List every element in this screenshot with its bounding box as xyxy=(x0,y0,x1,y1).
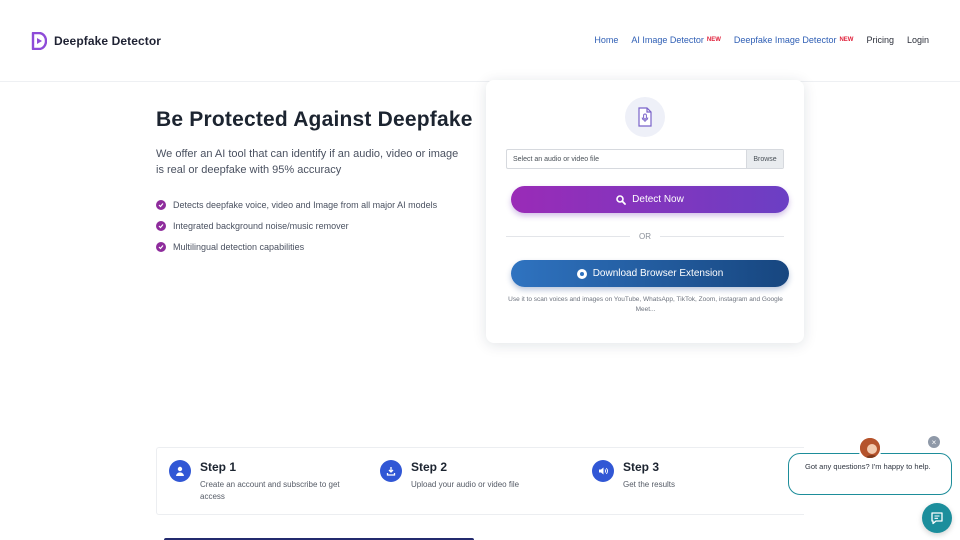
feature-item: Multilingual detection capabilities xyxy=(156,236,437,257)
extension-note: Use it to scan voices and images on YouT… xyxy=(508,296,783,313)
browse-button[interactable]: Browse xyxy=(746,150,783,168)
step-title: Step 1 xyxy=(200,460,237,474)
detect-now-label: Detect Now xyxy=(632,194,684,205)
check-icon xyxy=(156,199,166,210)
feature-text: Multilingual detection capabilities xyxy=(173,241,305,252)
step-description: Create an account and subscribe to get a… xyxy=(200,480,340,501)
search-icon xyxy=(616,194,627,205)
feature-item: Integrated background noise/music remove… xyxy=(156,215,437,236)
download-icon xyxy=(380,460,402,482)
chat-close-button[interactable]: × xyxy=(928,436,940,448)
user-icon xyxy=(169,460,191,482)
step-3: Step 3 Get the results xyxy=(592,460,783,491)
divider-line xyxy=(506,235,630,237)
site-header: Deepfake Detector Home AI Image Detector… xyxy=(0,0,960,82)
nav-login[interactable]: Login xyxy=(907,35,929,45)
divider-line xyxy=(660,235,784,237)
close-icon: × xyxy=(931,437,937,447)
check-icon xyxy=(156,241,166,252)
step-1-text: Step 1 Create an account and subscribe t… xyxy=(200,460,360,503)
speaker-icon xyxy=(592,460,614,482)
step-title: Step 2 xyxy=(411,460,448,474)
chrome-icon xyxy=(576,268,587,279)
file-input-placeholder: Select an audio or video file xyxy=(513,155,599,163)
step-3-text: Step 3 Get the results xyxy=(623,460,783,491)
step-2: Step 2 Upload your audio or video file xyxy=(380,460,571,491)
nav-pricing[interactable]: Pricing xyxy=(866,35,894,45)
brand[interactable]: Deepfake Detector xyxy=(31,32,161,50)
step-2-text: Step 2 Upload your audio or video file xyxy=(411,460,571,491)
step-title: Step 3 xyxy=(623,460,660,474)
step-1: Step 1 Create an account and subscribe t… xyxy=(169,460,360,503)
file-input[interactable]: Select an audio or video file Browse xyxy=(506,149,784,169)
chat-launcher-button[interactable] xyxy=(922,503,952,533)
new-badge: NEW xyxy=(706,37,721,43)
hero-description: We offer an AI tool that can identify if… xyxy=(156,148,459,176)
chat-agent-avatar xyxy=(858,436,882,460)
detect-now-button[interactable]: Detect Now xyxy=(511,186,789,213)
feature-text: Integrated background noise/music remove… xyxy=(173,220,349,231)
brand-name: Deepfake Detector xyxy=(54,34,162,48)
download-extension-button[interactable]: Download Browser Extension xyxy=(511,260,789,287)
nav-deepfake-image-detector[interactable]: Deepfake Image Detector NEW xyxy=(734,35,854,45)
audio-file-icon xyxy=(625,97,665,137)
nav-login-label: Login xyxy=(906,35,929,45)
nav-home-label: Home xyxy=(594,35,619,45)
new-badge: NEW xyxy=(839,37,854,43)
feature-item: Detects deepfake voice, video and Image … xyxy=(156,194,437,215)
or-divider: OR xyxy=(506,230,784,242)
nav-home[interactable]: Home xyxy=(594,35,618,45)
hero-title: Be Protected Against Deepfake xyxy=(156,108,473,131)
steps-panel: Step 1 Create an account and subscribe t… xyxy=(156,447,804,515)
nav-ai-image-detector[interactable]: AI Image Detector NEW xyxy=(631,35,721,45)
or-text: OR xyxy=(639,231,651,241)
upload-card: Select an audio or video file Browse Det… xyxy=(486,80,804,343)
logo-icon xyxy=(31,32,47,50)
nav-ai-image-detector-label: AI Image Detector xyxy=(631,35,704,45)
feature-text: Detects deepfake voice, video and Image … xyxy=(173,199,438,210)
nav-pricing-label: Pricing xyxy=(866,35,894,45)
check-icon xyxy=(156,220,166,231)
main-nav: Home AI Image Detector NEW Deepfake Imag… xyxy=(581,35,929,45)
step-description: Get the results xyxy=(623,480,676,489)
step-description: Upload your audio or video file xyxy=(411,480,520,489)
nav-deepfake-image-detector-label: Deepfake Image Detector xyxy=(733,35,837,45)
download-extension-label: Download Browser Extension xyxy=(592,268,724,279)
chat-icon xyxy=(931,512,943,525)
feature-list: Detects deepfake voice, video and Image … xyxy=(156,194,437,257)
chat-message: Got any questions? I'm happy to help. xyxy=(805,462,931,471)
